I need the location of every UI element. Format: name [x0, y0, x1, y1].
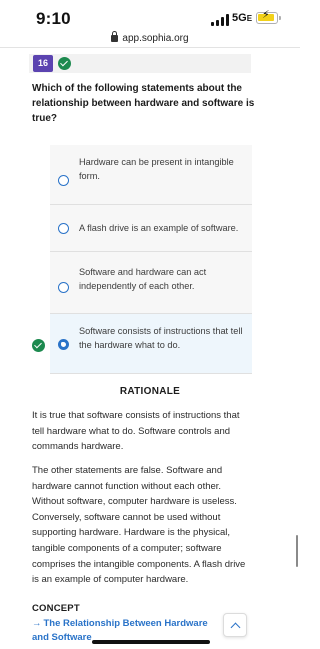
scrollbar[interactable] [296, 535, 298, 567]
answer-options: Hardware can be present in intangible fo… [50, 145, 252, 374]
question-header: 16 [29, 54, 251, 73]
cellular-signal-icon [211, 14, 231, 26]
divider [0, 47, 300, 48]
arrow-right-icon: → [32, 618, 42, 629]
home-indicator[interactable] [92, 640, 210, 644]
question-text: Which of the following statements about … [32, 83, 255, 124]
rationale-paragraph: It is true that software consists of ins… [32, 410, 240, 453]
lock-icon [111, 31, 119, 42]
correct-check-icon [32, 339, 45, 352]
network-type: 5GE [232, 12, 253, 24]
radio-button[interactable] [58, 282, 69, 293]
battery-charging-icon: ⚡ [256, 10, 278, 24]
address-bar[interactable]: app.sophia.org [0, 28, 300, 46]
scroll-to-top-button[interactable] [223, 613, 247, 637]
answer-option-selected[interactable]: Software consists of instructions that t… [50, 314, 252, 374]
question-number-badge: 16 [33, 55, 53, 72]
radio-button[interactable] [58, 223, 69, 234]
answer-option-text: A flash drive is an example of software. [79, 223, 239, 233]
status-bar: 9:10 5GE ⚡ [0, 0, 300, 30]
status-time: 9:10 [36, 9, 71, 28]
battery-tip [279, 16, 281, 20]
answer-option[interactable]: A flash drive is an example of software. [50, 205, 252, 252]
answer-option-text: Hardware can be present in intangible fo… [79, 157, 234, 181]
answer-option-text: Software consists of instructions that t… [79, 326, 243, 350]
rationale-paragraph: The other statements are false. Software… [32, 465, 246, 586]
answer-option[interactable]: Hardware can be present in intangible fo… [50, 145, 252, 205]
radio-button[interactable] [58, 175, 69, 186]
rationale-heading: RATIONALE [119, 386, 181, 397]
url-text: app.sophia.org [122, 33, 189, 44]
concept-label: CONCEPT [32, 603, 80, 614]
check-circle-icon [58, 57, 71, 70]
answer-option-text: Software and hardware can act independen… [79, 267, 207, 291]
answer-option[interactable]: Software and hardware can act independen… [50, 252, 252, 314]
radio-button-selected[interactable] [58, 339, 69, 350]
